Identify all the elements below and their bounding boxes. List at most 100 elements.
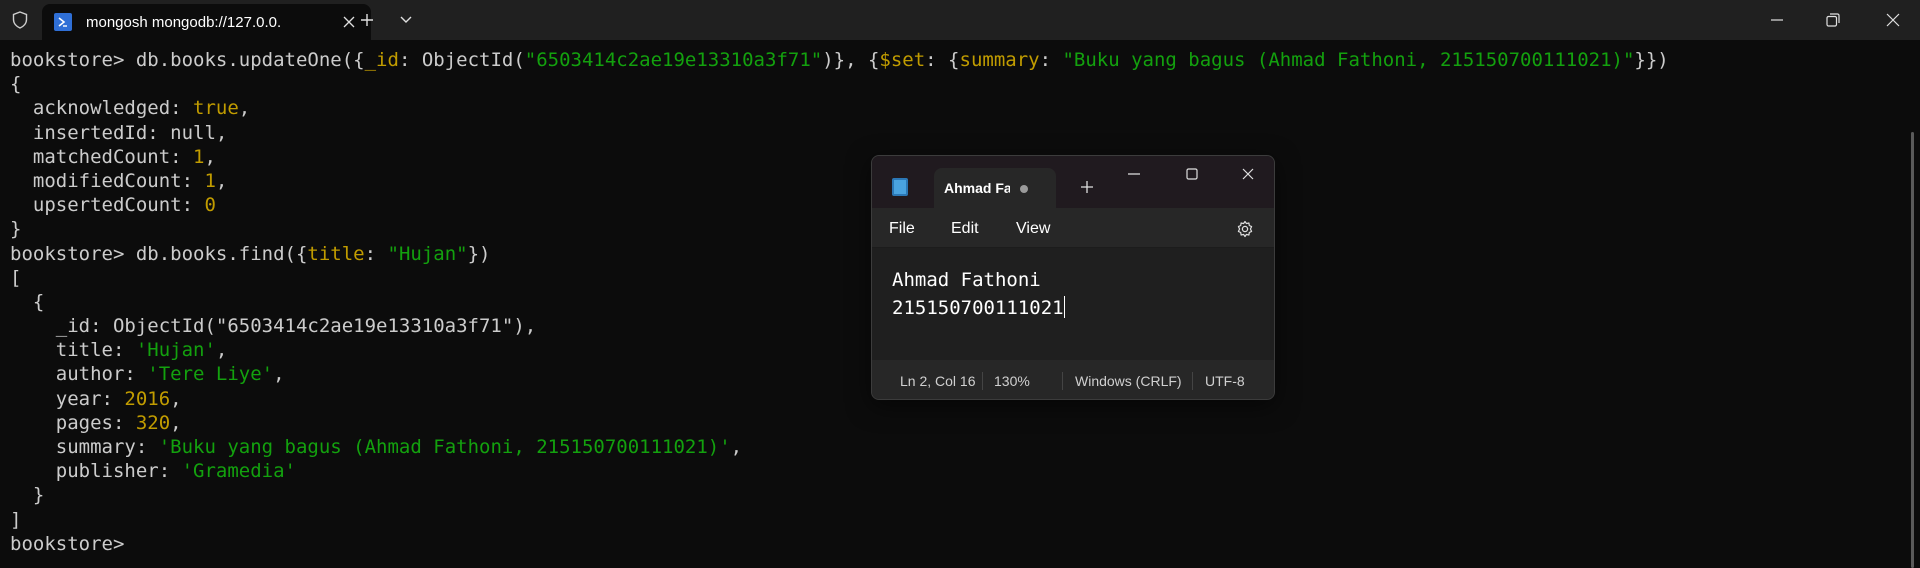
- terminal-text: )}, {: [822, 49, 880, 71]
- terminal-text: 2016: [124, 387, 171, 410]
- terminal-text: {: [10, 290, 45, 313]
- terminal-text: upsertedCount:: [10, 194, 205, 217]
- terminal-text: summary: [959, 49, 1040, 71]
- terminal-line: {: [10, 72, 1900, 96]
- powershell-icon: [54, 13, 72, 31]
- status-divider: [1062, 372, 1063, 390]
- terminal-text: : {: [925, 49, 960, 71]
- terminal-text: null: [170, 121, 216, 144]
- terminal-text: matchedCount:: [10, 145, 194, 168]
- notepad-tab-label: Ahmad Fa: [944, 180, 1010, 196]
- terminal-text: true: [193, 97, 239, 120]
- notepad-tab[interactable]: Ahmad Fa: [934, 168, 1056, 208]
- gear-icon[interactable]: [1234, 218, 1256, 240]
- terminal-text: ,: [730, 436, 743, 458]
- terminal-text: ,: [215, 339, 228, 362]
- terminal-tab[interactable]: mongosh mongodb://127.0.0.: [42, 4, 371, 40]
- terminal-text: 1: [204, 169, 216, 192]
- terminal-text: title:: [10, 339, 136, 362]
- status-encoding[interactable]: UTF-8: [1205, 373, 1245, 389]
- notepad-new-tab-button[interactable]: [1076, 176, 1098, 198]
- menu-file[interactable]: File: [889, 220, 915, 238]
- terminal-text: year:: [10, 387, 125, 410]
- terminal-text: : ObjectId(: [398, 49, 525, 71]
- terminal-text: pages:: [10, 411, 136, 434]
- terminal-text: "Hujan": [387, 242, 468, 265]
- text-caret: [1063, 296, 1065, 318]
- terminal-text: insertedId:: [10, 121, 171, 144]
- minimize-button[interactable]: [1754, 0, 1800, 40]
- terminal-line: insertedId: null,: [10, 121, 1900, 145]
- terminal-text: ,: [170, 411, 182, 434]
- terminal-text: {: [10, 73, 22, 96]
- terminal-text: 'Buku yang bagus (Ahmad Fathoni, 2151507…: [158, 436, 731, 458]
- terminal-text: 320: [135, 411, 171, 434]
- editor-line-2: 215150700111021: [892, 297, 1064, 319]
- terminal-text: ,: [204, 145, 216, 168]
- terminal-text: 'Hujan': [135, 339, 216, 362]
- terminal-text: acknowledged:: [10, 97, 194, 120]
- terminal-scrollbar[interactable]: [1911, 132, 1914, 568]
- terminal-text: publisher:: [10, 460, 182, 483]
- terminal-text: 'Tere Liye': [147, 363, 274, 386]
- notepad-statusbar: Ln 2, Col 16 130% Windows (CRLF) UTF-8: [872, 360, 1274, 399]
- terminal-text: "6503414c2ae19e13310a3f71": [524, 49, 823, 71]
- terminal-line: bookstore> db.books.updateOne({_id: Obje…: [10, 48, 1900, 72]
- new-tab-button[interactable]: [352, 0, 382, 40]
- terminal-text: _id: [364, 49, 399, 71]
- terminal-text: title: [307, 242, 365, 265]
- terminal-text: author:: [10, 363, 148, 386]
- terminal-line: summary: 'Buku yang bagus (Ahmad Fathoni…: [10, 435, 1900, 459]
- terminal-text: ,: [273, 363, 285, 386]
- status-cursor-position[interactable]: Ln 2, Col 16: [900, 373, 976, 389]
- notepad-menubar: File Edit View: [872, 208, 1274, 248]
- terminal-text: modifiedCount:: [10, 169, 205, 192]
- terminal-text: ,: [215, 169, 228, 192]
- restore-button[interactable]: [1810, 0, 1856, 40]
- menu-view[interactable]: View: [1016, 220, 1050, 238]
- terminal-text: :: [364, 242, 388, 265]
- terminal-text: 1: [193, 145, 205, 168]
- terminal-line: pages: 320,: [10, 411, 1900, 435]
- terminal-text: ,: [170, 387, 182, 410]
- tab-title: mongosh mongodb://127.0.0.: [86, 13, 282, 31]
- shield-icon: [0, 0, 40, 40]
- terminal-titlebar: mongosh mongodb://127.0.0.: [0, 0, 1920, 40]
- terminal-text: }}): [1634, 49, 1669, 71]
- status-divider: [1192, 372, 1193, 390]
- terminal-text: bookstore> db.books.find({: [10, 242, 308, 265]
- terminal-line: acknowledged: true,: [10, 96, 1900, 120]
- unsaved-dot-icon: [1020, 185, 1028, 193]
- terminal-line: publisher: 'Gramedia': [10, 459, 1900, 483]
- terminal-line: }: [10, 483, 1900, 507]
- terminal-text: bookstore>: [10, 532, 136, 555]
- terminal-text: 0: [204, 194, 216, 217]
- terminal-text: summary:: [10, 436, 159, 458]
- terminal-text: "Buku yang bagus (Ahmad Fathoni, 2151507…: [1062, 49, 1635, 71]
- notepad-titlebar: Ahmad Fa: [872, 156, 1274, 208]
- terminal-text: 'Gramedia': [181, 460, 296, 483]
- status-zoom[interactable]: 130%: [994, 373, 1030, 389]
- terminal-text: ,: [215, 121, 228, 144]
- notepad-close-button[interactable]: [1230, 162, 1266, 186]
- terminal-text: $set: [879, 49, 926, 71]
- terminal-text: ]: [10, 508, 22, 531]
- status-line-ending[interactable]: Windows (CRLF): [1075, 373, 1182, 389]
- notepad-minimize-button[interactable]: [1116, 162, 1152, 186]
- chevron-down-icon[interactable]: [392, 0, 420, 40]
- editor-line-1: Ahmad Fathoni: [892, 269, 1041, 291]
- terminal-text: [: [10, 266, 22, 289]
- notepad-app-icon: [892, 178, 908, 196]
- terminal-text: }: [10, 218, 22, 241]
- terminal-text: bookstore> db.books.updateOne({: [10, 49, 365, 71]
- notepad-window: Ahmad Fa File Edit View Ahmad Fathoni 21…: [871, 155, 1275, 400]
- terminal-text: ,: [238, 97, 251, 120]
- status-divider: [982, 372, 983, 390]
- terminal-text: :: [1039, 49, 1063, 71]
- terminal-line: ]: [10, 508, 1900, 532]
- terminal-text: }: [10, 484, 45, 507]
- notepad-text-area[interactable]: Ahmad Fathoni 215150700111021: [872, 248, 1274, 360]
- menu-edit[interactable]: Edit: [951, 220, 979, 238]
- notepad-maximize-button[interactable]: [1174, 162, 1210, 186]
- window-close-button[interactable]: [1866, 0, 1920, 40]
